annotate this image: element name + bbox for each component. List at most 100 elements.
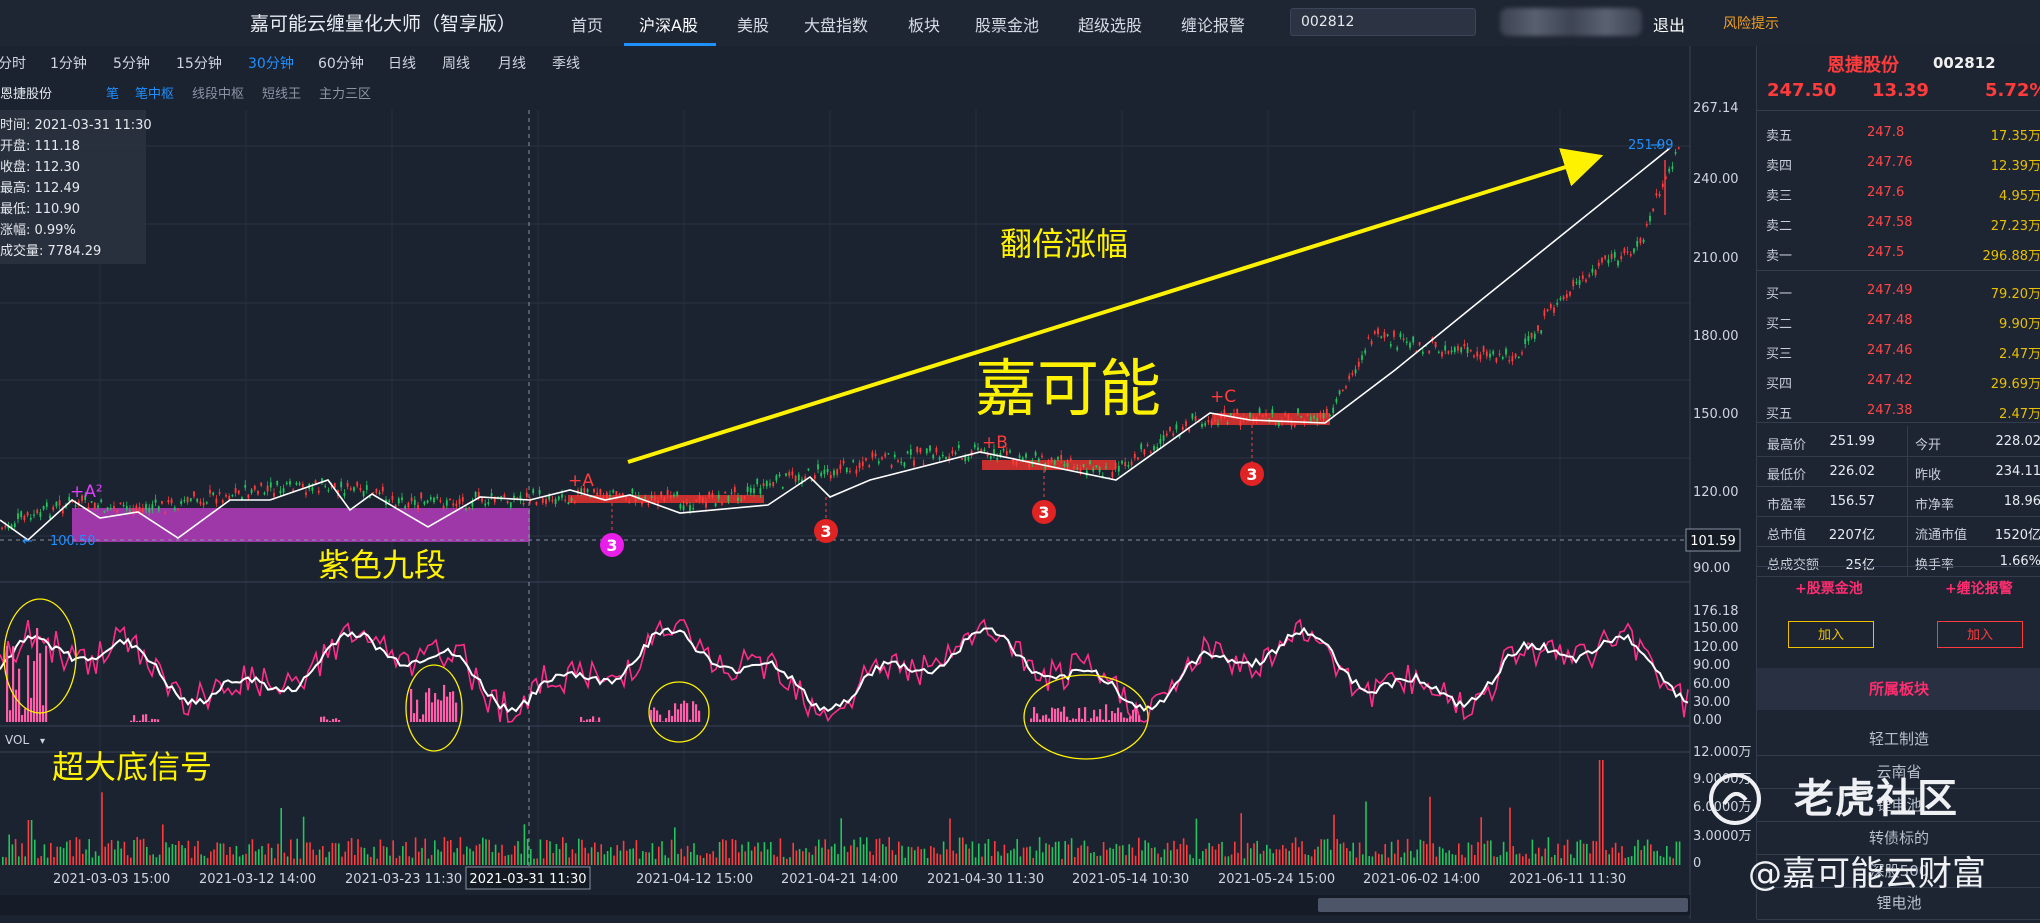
signal-3-d: 3 xyxy=(1240,462,1264,486)
sector-item[interactable]: 转债标的 xyxy=(1757,827,2040,848)
order-label: 买四 xyxy=(1766,373,1792,392)
date-tick-10: 2021-06-11 11:30 xyxy=(1509,872,1626,887)
vol-tick-3: 3.0000万 xyxy=(1693,829,1752,844)
order-label: 卖三 xyxy=(1766,185,1792,204)
period-tab-2[interactable]: 5分钟 xyxy=(113,55,150,72)
quote-change: 13.39 xyxy=(1872,80,1929,101)
crosshair-date-text: 2021-03-31 11:30 xyxy=(469,872,586,887)
order-volume: 296.88万 xyxy=(1983,245,2040,264)
order-price: 247.49 xyxy=(1867,283,1913,298)
order-volume: 17.35万 xyxy=(1991,125,2040,144)
date-tick-8: 2021-05-24 15:00 xyxy=(1218,872,1335,887)
stat-value: 226.02 xyxy=(1830,464,1876,479)
stock-search-input[interactable] xyxy=(1290,8,1476,36)
current-price-text: 101.59 xyxy=(1690,534,1736,549)
user-account-blurred[interactable] xyxy=(1500,8,1642,36)
signal-3-b: 3 xyxy=(814,519,838,543)
vol-dropdown-icon[interactable]: ▾ xyxy=(40,736,45,747)
kline-chart[interactable]: 分时 1分钟 5分钟 15分钟 30分钟 60分钟 日线 周线 月线 季线 笔笔中枢 线段中枢 短线王… xyxy=(0,46,1756,919)
info-row-1: 开盘: 111.18 xyxy=(0,138,80,154)
order-label: 卖五 xyxy=(1766,125,1792,144)
info-row-2: 收盘: 112.30 xyxy=(0,159,80,175)
period-tab-7[interactable]: 周线 xyxy=(442,56,470,72)
order-book-row: 卖五247.817.35万 xyxy=(1757,118,2040,148)
stat-label: 市净率 xyxy=(1915,494,1954,513)
order-label: 买三 xyxy=(1766,343,1792,362)
period-tab-8[interactable]: 月线 xyxy=(498,56,526,72)
nav-super-screener[interactable]: 超级选股 xyxy=(1078,12,1142,36)
order-book-row: 买三247.462.47万 xyxy=(1757,336,2040,366)
osc-tick-5: 30.00 xyxy=(1693,695,1730,710)
indicator-tab-0[interactable]: 笔 xyxy=(106,86,119,102)
indicator-tab-1[interactable]: 笔中枢 xyxy=(135,86,174,102)
order-book-row: 卖三247.64.95万 xyxy=(1757,178,2040,208)
price-tick-6: 90.00 xyxy=(1693,561,1730,576)
stat-value: 2207亿 xyxy=(1829,524,1875,543)
stat-value: 18.96 xyxy=(2004,494,2040,509)
add-alert-button[interactable]: +缠论报警 xyxy=(1945,578,2013,598)
svg-text:3: 3 xyxy=(1038,503,1049,522)
date-tick-9: 2021-06-02 14:00 xyxy=(1363,872,1480,887)
nav-stock-pool[interactable]: 股票金池 xyxy=(975,12,1039,36)
osc-tick-1: 150.00 xyxy=(1693,621,1739,636)
order-volume: 9.90万 xyxy=(1999,313,2040,332)
date-tick-0: 2021-03-03 15:00 xyxy=(53,872,170,887)
nav-a-shares[interactable]: 沪深A股 xyxy=(639,12,698,36)
nav-home[interactable]: 首页 xyxy=(571,12,603,36)
nav-us-stocks[interactable]: 美股 xyxy=(737,12,769,36)
low-marker-arrow: ← xyxy=(22,534,33,549)
sector-item[interactable]: 轻工制造 xyxy=(1757,728,2040,749)
period-tab-5[interactable]: 60分钟 xyxy=(318,55,364,72)
indicator-tab-3[interactable]: 短线王 xyxy=(262,87,301,102)
nav-sectors[interactable]: 板块 xyxy=(908,12,940,36)
stat-label: 换手率 xyxy=(1915,554,1954,573)
add-to-pool-button[interactable]: +股票金池 xyxy=(1795,578,1863,598)
indicator-tab-2[interactable]: 线段中枢 xyxy=(192,87,244,102)
annotation-brand: 嘉可能 xyxy=(975,352,1161,425)
date-tick-6: 2021-04-30 11:30 xyxy=(927,872,1044,887)
stat-label: 今开 xyxy=(1915,434,1941,453)
quote-stock-name: 恩捷股份 xyxy=(1827,51,1899,77)
chart-area[interactable]: 分时 1分钟 5分钟 15分钟 30分钟 60分钟 日线 周线 月线 季线 笔笔中枢 线段中枢 短线王… xyxy=(0,46,1756,919)
nav-market-index[interactable]: 大盘指数 xyxy=(804,12,868,36)
label-a2: +A² xyxy=(70,482,103,502)
period-tab-0[interactable]: 分时 xyxy=(0,56,26,72)
period-tab-4[interactable]: 30分钟 xyxy=(248,55,294,72)
svg-text:3: 3 xyxy=(606,536,617,555)
risk-warning-link[interactable]: 风险提示 xyxy=(1723,13,1779,33)
svg-text:3: 3 xyxy=(1246,465,1257,484)
pool-add-button[interactable]: 加入 xyxy=(1788,621,1874,648)
stat-value: 234.11 xyxy=(1996,464,2040,479)
vol-label[interactable]: VOL xyxy=(5,733,29,747)
order-volume: 27.23万 xyxy=(1991,215,2040,234)
stat-value: 228.02 xyxy=(1996,434,2040,449)
nav-chan-alerts[interactable]: 缠论报警 xyxy=(1181,12,1245,36)
timeline-scroll-thumb[interactable] xyxy=(1318,898,1688,912)
info-row-6: 成交量: 7784.29 xyxy=(0,243,101,259)
stat-label: 总市值 xyxy=(1767,524,1806,543)
alert-add-button[interactable]: 加入 xyxy=(1937,621,2023,648)
label-b: +B xyxy=(982,433,1008,453)
order-volume: 2.47万 xyxy=(1999,343,2040,362)
order-label: 买五 xyxy=(1766,403,1792,422)
low-marker: 100.50 xyxy=(50,534,96,549)
order-price: 247.6 xyxy=(1867,185,1904,200)
period-tab-1[interactable]: 1分钟 xyxy=(50,55,87,72)
period-tab-6[interactable]: 日线 xyxy=(388,56,416,72)
info-row-4: 最低: 110.90 xyxy=(0,202,80,217)
date-tick-7: 2021-05-14 10:30 xyxy=(1072,872,1189,887)
stat-label: 总成交额 xyxy=(1767,554,1819,573)
period-tab-3[interactable]: 15分钟 xyxy=(176,55,222,72)
order-price: 247.76 xyxy=(1867,155,1913,170)
order-volume: 2.47万 xyxy=(1999,403,2040,422)
label-a: +A xyxy=(568,471,594,491)
period-tab-9[interactable]: 季线 xyxy=(552,56,580,72)
indicator-tab-4[interactable]: 主力三区 xyxy=(319,87,371,102)
logout-link[interactable]: 退出 xyxy=(1653,12,1685,36)
price-tick-5: 120.00 xyxy=(1693,485,1739,500)
quote-change-pct: 5.72% xyxy=(1985,80,2040,101)
label-c: +C xyxy=(1210,387,1236,407)
watermark-author: @嘉可能云财富 xyxy=(1748,846,1986,895)
sector-item[interactable]: 锂电池 xyxy=(1757,892,2040,913)
order-label: 买二 xyxy=(1766,313,1792,332)
